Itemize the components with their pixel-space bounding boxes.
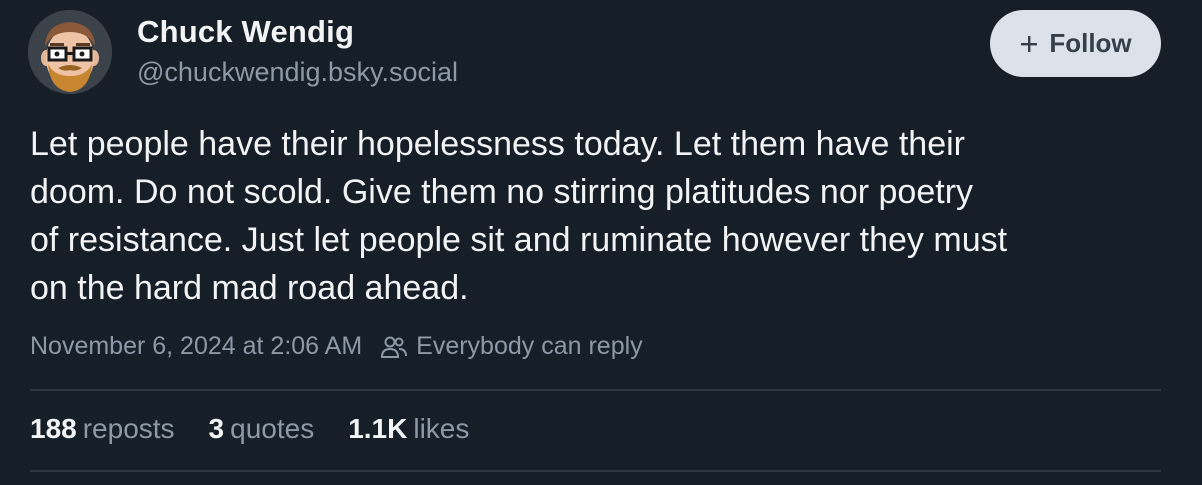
post-text-line: doom. Do not scold. Give them no stirrin… [30, 173, 974, 211]
divider [30, 470, 1161, 472]
post-text-line: on the hard mad road ahead. [30, 269, 469, 307]
reply-setting-label: Everybody can reply [416, 332, 643, 360]
post-text: Let people have their hopelessness today… [30, 120, 1170, 312]
likes-stat[interactable]: 1.1K likes [348, 413, 469, 445]
reposts-label: reposts [82, 413, 175, 444]
cartoon-avatar-icon [28, 10, 112, 94]
post-card: Chuck Wendig @chuckwendig.bsky.social Fo… [0, 0, 1202, 485]
author-handle[interactable]: @chuckwendig.bsky.social [137, 57, 458, 88]
likes-label: likes [413, 413, 470, 444]
post-stats: 188 reposts 3 quotes 1.1K likes [30, 413, 503, 445]
quotes-stat[interactable]: 3 quotes [209, 413, 315, 445]
quotes-label: quotes [230, 413, 315, 444]
divider [30, 389, 1161, 391]
post-meta: November 6, 2024 at 2:06 AM Everybody ca… [30, 332, 643, 361]
reposts-count: 188 [30, 413, 77, 444]
quotes-count: 3 [208, 413, 225, 444]
reposts-stat[interactable]: 188 reposts [30, 413, 175, 445]
plus-icon [1019, 34, 1039, 54]
author-name[interactable]: Chuck Wendig [137, 14, 354, 50]
post-text-line: of resistance. Just let people sit and r… [30, 221, 1008, 259]
author-avatar[interactable] [28, 10, 112, 94]
post-timestamp[interactable]: November 6, 2024 at 2:06 AM [30, 332, 362, 361]
post-text-line: Let people have their hopelessness today… [30, 125, 965, 163]
likes-count: 1.1K [348, 413, 408, 444]
follow-button[interactable]: Follow [990, 10, 1161, 77]
follow-button-label: Follow [1049, 28, 1132, 58]
people-icon [381, 336, 408, 358]
reply-setting: Everybody can reply [380, 332, 643, 361]
